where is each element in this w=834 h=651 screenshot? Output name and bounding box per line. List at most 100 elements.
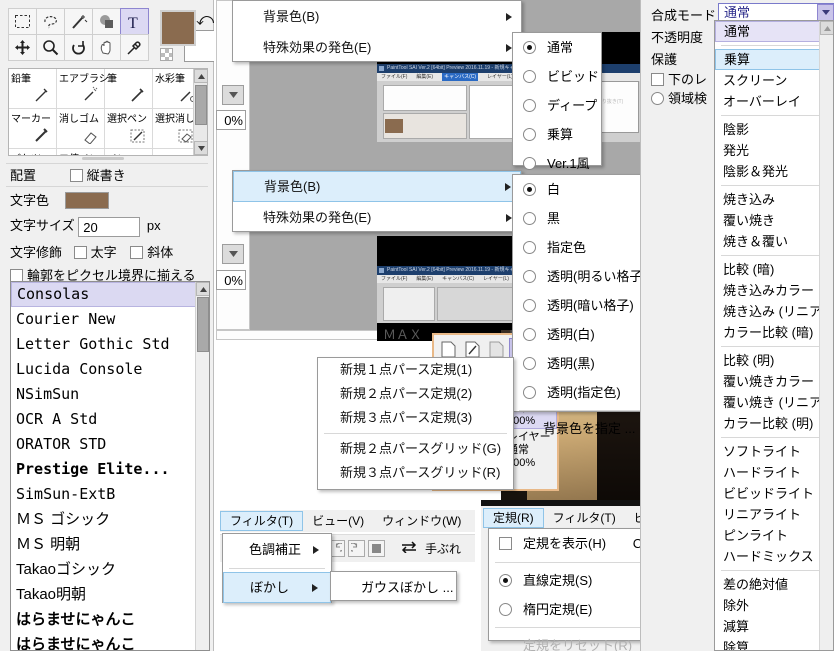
font-size-input[interactable]: 20 <box>78 216 141 237</box>
filter-menu[interactable]: 色調補正 ぼかし <box>222 533 332 603</box>
effect-menu-bottom[interactable]: 背景色(B) 特殊効果の発色(E) <box>232 170 522 232</box>
text-color-swatch[interactable] <box>64 192 109 209</box>
background-submenu-item[interactable]: 透明(黒) <box>513 349 654 378</box>
background-submenu-item[interactable]: 透明(白) <box>513 320 654 349</box>
blend-mode-option[interactable]: 減算 <box>715 616 833 637</box>
effect-submenu-item[interactable]: ディープ <box>513 91 601 120</box>
show-ruler-checkbox[interactable] <box>499 537 512 550</box>
blend-mode-option[interactable]: 覆い焼き (リニア) <box>715 392 833 413</box>
background-radio[interactable] <box>523 327 536 341</box>
blend-mode-option[interactable]: 除算 <box>715 637 833 650</box>
menu-item-background-color-highlighted[interactable]: 背景色(B) <box>233 171 521 202</box>
chevron-down-icon[interactable] <box>817 4 834 21</box>
scroll-up-icon[interactable] <box>194 69 207 83</box>
effect-submenu-item[interactable]: 乗算 <box>513 120 601 149</box>
menu-item-special-effect-color[interactable]: 特殊効果の発色(E) <box>233 202 521 233</box>
perspective-menu-item[interactable]: 新規３点パースグリッド(R) <box>318 461 513 485</box>
blend-mode-option[interactable]: 陰影＆発光 <box>715 161 833 182</box>
menubar-item-view[interactable]: ビュー(V) <box>303 511 373 531</box>
font-list-item[interactable]: Lucida Console <box>11 357 209 382</box>
blur-submenu[interactable]: ガウスぼかし ... <box>330 571 457 601</box>
foreground-color-swatch[interactable] <box>160 10 196 46</box>
line-ruler-radio[interactable] <box>499 573 512 587</box>
bold-checkbox[interactable] <box>73 246 87 259</box>
font-list-item[interactable]: NSimSun <box>11 382 209 407</box>
brush-cell[interactable]: 筆 <box>105 69 153 109</box>
background-radio[interactable] <box>523 211 536 225</box>
background-color-submenu[interactable]: 白黒指定色 透明(明るい格子) 透明(暗い格子) 透明(白) 透明(黒) 透明(指定色) … <box>512 174 655 436</box>
scrollbar-thumb[interactable] <box>197 297 209 352</box>
scroll-down-icon[interactable] <box>194 141 207 155</box>
blend-mode-option[interactable]: 焼き込み <box>715 189 833 210</box>
perspective-menu-item[interactable]: 新規２点パース定規(2) <box>318 382 513 406</box>
background-radio[interactable] <box>523 182 536 196</box>
blend-mode-option[interactable]: 焼き込み (リニア) <box>715 301 833 322</box>
blend-mode-option[interactable]: スクリーン <box>715 70 833 91</box>
font-list-item[interactable]: Takaoゴシック <box>11 557 209 582</box>
vertical-text-checkbox[interactable] <box>69 169 83 182</box>
perspective-menu-item[interactable]: 新規３点パース定規(3) <box>318 406 513 430</box>
background-submenu-item[interactable]: 透明(指定色) <box>513 378 654 407</box>
nested-menu-item[interactable]: キャンバス(C) <box>442 275 474 283</box>
menubar-item-ruler[interactable]: 定規(R) <box>483 508 544 528</box>
blend-mode-option[interactable]: 発光 <box>715 140 833 161</box>
menu-item-color-correction[interactable]: 色調補正 <box>223 534 331 565</box>
background-submenu-item[interactable]: 指定色 <box>513 233 654 262</box>
color-swatch-group[interactable]: ⤺ <box>160 10 216 62</box>
perspective-menu-item[interactable]: 新規２点パースグリッド(G) <box>318 437 513 461</box>
background-submenu-item[interactable]: 透明(暗い格子) <box>513 291 654 320</box>
blend-mode-option[interactable]: 比較 (暗) <box>715 259 833 280</box>
nested-menu-item[interactable]: ファイル(F) <box>381 275 407 283</box>
font-list-item[interactable]: はらませにゃんこ <box>11 607 209 632</box>
font-list-item[interactable]: Consolas <box>11 282 209 307</box>
brush-cell[interactable]: マーカー <box>9 109 57 149</box>
rect-select-tool[interactable] <box>8 8 37 35</box>
clip-to-below-row[interactable]: 下のレ <box>651 69 707 88</box>
font-list-item[interactable]: Courier New <box>11 307 209 332</box>
menu-item-special-effect-color[interactable]: 特殊効果の発色(E) <box>233 32 521 63</box>
font-list-item[interactable]: ORATOR STD <box>11 432 209 457</box>
ellipse-ruler-radio[interactable] <box>499 602 512 616</box>
effect-submenu-item[interactable]: ビビッド <box>513 62 601 91</box>
font-list-item[interactable]: SimSun-ExtB <box>11 482 209 507</box>
brush-list-scrollbar[interactable] <box>193 69 207 155</box>
magic-wand-tool[interactable] <box>64 8 93 35</box>
brush-cell[interactable]: バケツ <box>9 149 57 155</box>
blend-mode-option[interactable]: オーバーレイ <box>715 91 833 112</box>
menubar-item-window[interactable]: ウィンドウ(W) <box>373 511 470 531</box>
blend-mode-dropdown-scrollbar[interactable] <box>819 21 833 650</box>
blend-mode-option[interactable]: 除外 <box>715 595 833 616</box>
nested-menu-item[interactable]: キャンバス(C) <box>442 73 479 81</box>
brush-cell[interactable]: ペン <box>105 149 153 155</box>
brush-cell[interactable]: 選択ペン <box>105 109 153 149</box>
font-list-item[interactable]: ＭＳ ゴシック <box>11 507 209 532</box>
move-tool[interactable] <box>8 34 37 61</box>
nested-dropdown-button-2[interactable] <box>222 244 244 264</box>
menubar-item-filter[interactable]: フィルタ(T) <box>220 511 304 531</box>
effect-radio[interactable] <box>523 98 536 112</box>
stop-icon[interactable] <box>368 540 385 557</box>
font-list-item[interactable]: Letter Gothic Std <box>11 332 209 357</box>
blend-mode-option[interactable]: カラー比較 (暗) <box>715 322 833 343</box>
blend-mode-option[interactable]: 差の絶対値 <box>715 574 833 595</box>
transparent-color-swatch[interactable] <box>160 48 173 61</box>
blend-mode-option[interactable]: リニアライト <box>715 504 833 525</box>
italic-checkbox[interactable] <box>130 246 144 259</box>
effect-radio[interactable] <box>523 69 536 83</box>
swap-colors-icon[interactable]: ⤺ <box>196 10 214 30</box>
font-list-item[interactable]: Prestige Elite... <box>11 457 209 482</box>
blend-mode-option[interactable]: 陰影 <box>715 119 833 140</box>
menu-item-blur[interactable]: ぼかし <box>223 572 331 603</box>
swap-arrows-icon[interactable] <box>401 541 417 556</box>
background-submenu-item[interactable]: 黒 <box>513 204 654 233</box>
effect-radio[interactable] <box>523 156 536 170</box>
effect-color-submenu[interactable]: 通常 ビビッド ディープ 乗算 Ver.1風 <box>512 32 602 171</box>
background-radio[interactable] <box>523 356 536 370</box>
brush-cell[interactable]: 鉛筆 <box>9 69 57 109</box>
menubar-item-filter[interactable]: フィルタ(T) <box>544 508 625 528</box>
blend-mode-option[interactable]: 比較 (明) <box>715 350 833 371</box>
blend-mode-option[interactable]: カラー比較 (明) <box>715 413 833 434</box>
brush-cell[interactable]: 消しゴム <box>57 109 105 149</box>
scrollbar-thumb[interactable] <box>195 85 207 125</box>
zoom-tool[interactable] <box>36 34 65 61</box>
